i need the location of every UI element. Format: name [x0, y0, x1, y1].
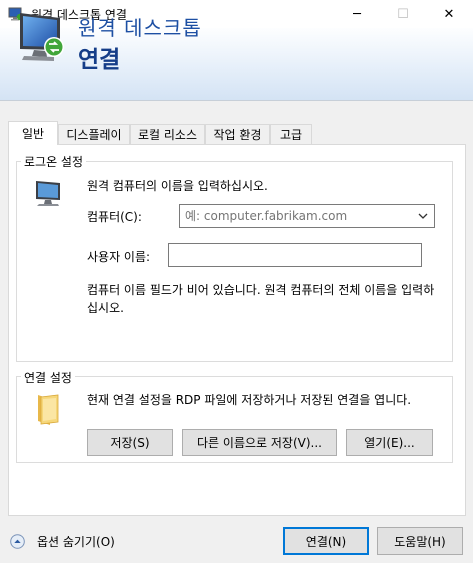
open-button[interactable]: 열기(E)...	[346, 429, 433, 456]
tab-display[interactable]: 디스플레이	[58, 124, 130, 144]
username-input[interactable]	[169, 244, 421, 266]
banner-title-line1: 원격 데스크톱	[78, 16, 202, 40]
computer-input[interactable]	[180, 206, 407, 226]
computer-icon	[36, 181, 60, 206]
connection-settings-title: 연결 설정	[21, 369, 75, 386]
banner	[0, 28, 473, 100]
save-as-button[interactable]: 다른 이름으로 저장(V)...	[182, 429, 337, 456]
logon-settings-title: 로그온 설정	[21, 153, 87, 170]
close-button[interactable]: ✕	[426, 0, 472, 28]
computer-combobox[interactable]	[179, 204, 435, 228]
help-button[interactable]: 도움말(H)	[377, 527, 463, 555]
username-field[interactable]	[168, 243, 422, 267]
empty-name-warning: 컴퓨터 이름 필드가 비어 있습니다. 원격 컴퓨터의 전체 이름을 입력하십시…	[87, 283, 435, 315]
tab-experience[interactable]: 작업 환경	[205, 124, 270, 144]
minimize-button[interactable]: ─	[334, 0, 380, 28]
logon-instruction: 원격 컴퓨터의 이름을 입력하십시오.	[87, 179, 268, 193]
hide-options-toggle[interactable]: 옵션 숨기기(O)	[10, 533, 115, 550]
connection-description: 현재 연결 설정을 RDP 파일에 저장하거나 저장된 연결을 엽니다.	[87, 393, 412, 407]
tab-advanced[interactable]: 고급	[270, 124, 312, 144]
chevron-up-circle-icon[interactable]	[10, 534, 25, 549]
connect-button[interactable]: 연결(N)	[283, 527, 369, 555]
chevron-down-icon[interactable]	[416, 209, 430, 223]
tab-general[interactable]: 일반	[8, 121, 58, 145]
username-label: 사용자 이름:	[87, 250, 151, 264]
remote-computer-icon	[20, 13, 64, 61]
save-button[interactable]: 저장(S)	[87, 429, 173, 456]
tab-local-resources[interactable]: 로컬 리소스	[130, 124, 205, 144]
maximize-button[interactable]: ☐	[380, 0, 426, 28]
banner-title-line2: 연결	[78, 47, 121, 73]
hide-options-label: 옵션 숨기기(O)	[37, 535, 115, 549]
folder-icon	[38, 394, 59, 425]
computer-label: 컴퓨터(C):	[87, 210, 142, 224]
